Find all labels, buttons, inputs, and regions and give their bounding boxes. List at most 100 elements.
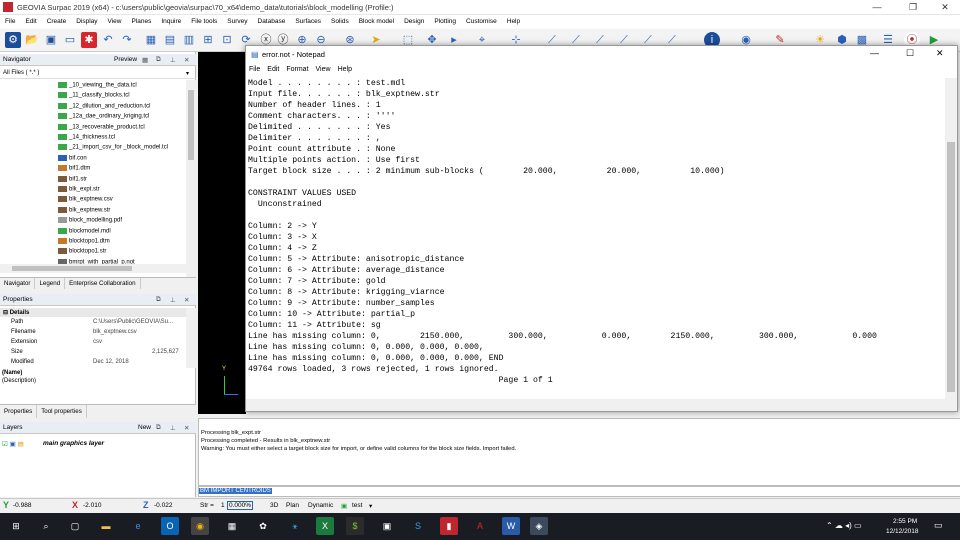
paint-icon[interactable]: ✿ — [254, 517, 272, 535]
panel-close-icon[interactable]: ✕ — [184, 424, 189, 432]
pin-icon[interactable]: ⊥ — [170, 56, 176, 64]
tab-properties[interactable]: Properties — [0, 405, 38, 418]
tab-tool-properties[interactable]: Tool properties — [37, 405, 87, 418]
tree-item[interactable]: _12a_dae_ordinary_kriging.tcl — [58, 113, 149, 123]
app-icon[interactable]: ⚹ — [286, 517, 304, 535]
grid-icon[interactable]: ▦ — [143, 32, 159, 48]
tree-item[interactable]: blk_exptnew.str — [58, 206, 110, 217]
view-plan-icon[interactable]: ▤ — [162, 32, 178, 48]
menu-survey[interactable]: Survey — [222, 15, 252, 25]
view-zoom-icon[interactable]: ⊞ — [200, 32, 216, 48]
layer-dropdown-icon[interactable]: ▾ — [369, 502, 372, 510]
gear-icon[interactable]: ⚙ — [5, 32, 21, 48]
notepad-vscrollbar[interactable] — [945, 78, 957, 399]
open-folder-icon[interactable]: 📂 — [24, 32, 40, 48]
panel-close-icon[interactable]: ✕ — [184, 56, 189, 64]
string-number[interactable]: 1 — [221, 502, 225, 509]
notification-icon[interactable]: ▭ — [934, 520, 943, 531]
pin-icon[interactable]: ⊥ — [170, 296, 176, 304]
tree-item[interactable]: _12_dilution_and_reduction.tcl — [58, 102, 150, 113]
close-button[interactable]: ✕ — [930, 0, 960, 15]
menu-design[interactable]: Design — [399, 15, 429, 25]
surpac-task-icon[interactable]: ◈ — [530, 517, 548, 535]
acrobat-icon[interactable]: A — [471, 517, 489, 535]
tree-item[interactable]: blk_expt.str — [58, 186, 100, 196]
tree-item[interactable]: bif.con — [58, 154, 87, 165]
menu-planes[interactable]: Planes — [127, 15, 157, 25]
tab-navigator[interactable]: Navigator — [0, 278, 36, 289]
notepad-hscrollbar[interactable] — [246, 399, 957, 411]
np-menu-edit[interactable]: Edit — [264, 64, 283, 73]
graphics-viewport[interactable]: Y — [198, 52, 246, 414]
excel-icon[interactable]: X — [316, 517, 334, 535]
menu-file-tools[interactable]: File tools — [186, 15, 222, 25]
new-file-icon[interactable]: ▭ — [62, 32, 78, 48]
tree-item[interactable]: blocktopo1.dtm — [58, 238, 110, 248]
tree-item[interactable]: bif1.dtm — [58, 165, 90, 175]
tree-item[interactable]: _13_recoverable_product.tcl — [58, 123, 145, 134]
view-section-icon[interactable]: ▥ — [181, 32, 197, 48]
preview-icon[interactable]: ▦ — [142, 56, 148, 64]
search-icon[interactable]: ⌕ — [37, 517, 55, 535]
menu-surfaces[interactable]: Surfaces — [290, 15, 326, 25]
file-explorer-icon[interactable]: ▬ — [97, 517, 115, 535]
view-fit-icon[interactable]: ⊡ — [219, 32, 235, 48]
tree-item[interactable]: _10_viewing_the_data.tcl — [58, 82, 137, 92]
minimize-button[interactable]: — — [862, 0, 892, 15]
tree-item[interactable]: blk_exptnew.csv — [58, 196, 113, 206]
tree-item[interactable]: bif1.str — [58, 175, 87, 186]
tree-item[interactable]: _11_classify_blocks.tcl — [58, 92, 130, 102]
notepad-maximize-button[interactable]: ☐ — [906, 48, 914, 59]
tree-item[interactable]: blocktopo1.str — [58, 248, 106, 258]
reset-icon[interactable]: ✱ — [81, 32, 97, 48]
float-icon[interactable]: ⧉ — [156, 56, 161, 64]
menu-inquire[interactable]: Inquire — [156, 15, 186, 25]
preview-toggle[interactable]: Preview — [114, 56, 137, 63]
mode-3d-button[interactable]: 3D — [270, 502, 278, 509]
tree-item[interactable]: _14_thickness.tcl — [58, 134, 115, 144]
lock-icon[interactable]: ▤ — [18, 441, 24, 448]
np-menu-format[interactable]: Format — [283, 64, 312, 73]
menu-database[interactable]: Database — [253, 15, 291, 25]
edge-icon[interactable]: e — [129, 517, 147, 535]
layer-visibility-icon[interactable]: ▣ — [10, 441, 16, 448]
task-view-icon[interactable]: ▢ — [66, 517, 84, 535]
system-tray-icons[interactable]: ⌃ ☁ ◂) ▭ — [826, 521, 862, 530]
menu-view[interactable]: View — [103, 15, 127, 25]
menu-customise[interactable]: Customise — [461, 15, 502, 25]
float-icon[interactable]: ⧉ — [156, 296, 161, 304]
menu-plotting[interactable]: Plotting — [429, 15, 461, 25]
checkbox-icon[interactable]: ☑ — [2, 441, 8, 448]
file-filter[interactable]: All Files ( *.* ) ▾ — [0, 68, 196, 79]
menu-solids[interactable]: Solids — [326, 15, 354, 25]
save-icon[interactable]: ▣ — [43, 32, 59, 48]
chevron-down-icon[interactable]: ▾ — [186, 70, 189, 77]
word-icon[interactable]: W — [502, 517, 520, 535]
float-icon[interactable]: ⧉ — [156, 424, 161, 432]
menu-create[interactable]: Create — [42, 15, 72, 25]
plan-button[interactable]: Plan — [286, 502, 299, 509]
properties-scrollbar[interactable] — [186, 308, 196, 368]
s-app-icon[interactable]: $ — [346, 517, 364, 535]
menu-help[interactable]: Help — [502, 15, 525, 25]
panel-close-icon[interactable]: ✕ — [184, 296, 189, 304]
outlook-icon[interactable]: O — [161, 517, 179, 535]
chrome-icon[interactable]: ◉ — [191, 517, 209, 535]
notepad-close-button[interactable]: ✕ — [936, 48, 944, 59]
media-icon[interactable]: ▮ — [440, 517, 458, 535]
menu-edit[interactable]: Edit — [20, 15, 41, 25]
redo-icon[interactable]: ↷ — [119, 32, 135, 48]
restore-button[interactable]: ❐ — [898, 0, 928, 15]
tree-item[interactable]: _21_import_csv_for _block_model.tcl — [58, 144, 168, 154]
navigator-hscrollbar[interactable] — [0, 264, 196, 273]
skype-icon[interactable]: S — [409, 517, 427, 535]
menu-file[interactable]: File — [0, 15, 20, 25]
notepad-minimize-button[interactable]: — — [870, 48, 879, 58]
percent-field[interactable]: 0.000% — [227, 501, 254, 510]
tree-item[interactable]: block_modelling.pdf — [58, 217, 122, 227]
tab-enterprise-collaboration[interactable]: Enterprise Collaboration — [65, 278, 141, 289]
layer-row[interactable]: ☑ ▣ ▤ main graphics layer — [2, 440, 194, 450]
details-section[interactable]: ⊟ Details — [0, 308, 186, 317]
new-layer-button[interactable]: New — [138, 424, 151, 431]
windows-start-icon[interactable]: ⊞ — [7, 517, 25, 535]
